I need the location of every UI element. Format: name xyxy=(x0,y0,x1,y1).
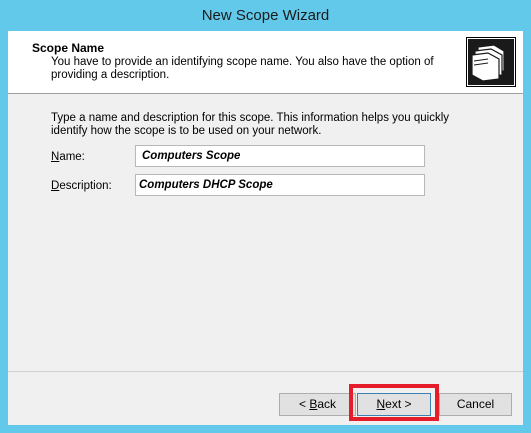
name-label-text: ame: xyxy=(59,151,85,163)
window-title: New Scope Wizard xyxy=(201,7,330,24)
wizard-header: Scope Name You have to provide an identi… xyxy=(8,31,523,94)
description-label: Description: xyxy=(51,180,112,192)
cancel-button[interactable]: Cancel xyxy=(439,393,512,416)
next-button-highlight xyxy=(349,384,439,421)
page-description: You have to provide an identifying scope… xyxy=(51,56,434,81)
name-label: Name: xyxy=(51,151,85,163)
instructions-text: Type a name and description for this sco… xyxy=(51,112,450,137)
scope-name-input[interactable] xyxy=(135,145,425,167)
back-button[interactable]: < Back xyxy=(279,393,356,416)
wizard-client-area: Scope Name You have to provide an identi… xyxy=(8,31,523,425)
wizard-window: New Scope Wizard Scope Name You have to … xyxy=(0,0,531,433)
folder-stack-icon xyxy=(466,37,516,87)
page-title: Scope Name xyxy=(32,41,105,55)
description-label-text: escription: xyxy=(59,180,112,192)
back-button-prefix: < xyxy=(298,397,310,411)
scope-description-input[interactable] xyxy=(135,174,425,196)
button-separator xyxy=(8,371,523,372)
back-button-text: ack xyxy=(317,397,337,411)
